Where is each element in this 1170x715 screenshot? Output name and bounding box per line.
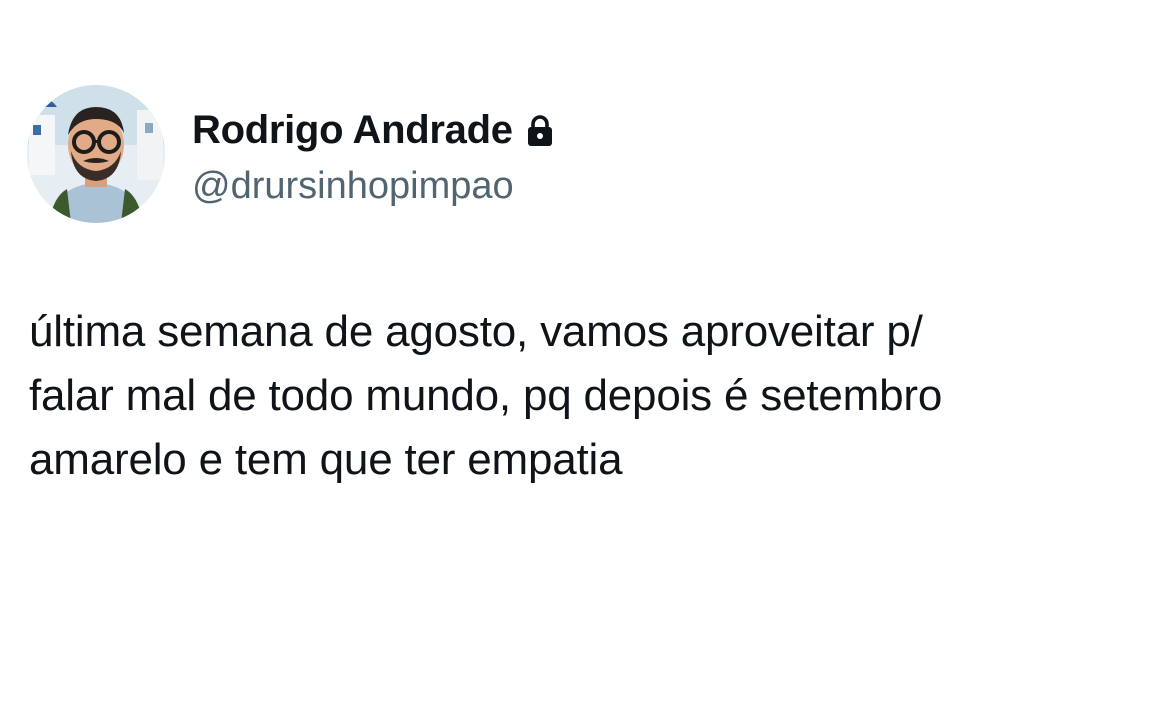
display-name-row: Rodrigo Andrade [192,101,553,161]
avatar-image [27,85,165,223]
handle[interactable]: @drursinhopimpao [192,165,553,208]
tweet-card: Rodrigo Andrade @drursinhopimpao última … [0,0,1170,715]
tweet-text-line: última semana de agosto, vamos aproveita… [29,307,923,356]
tweet-text-line: amarelo e tem que ter empatia [29,435,623,484]
tweet-header: Rodrigo Andrade @drursinhopimpao [27,85,553,223]
lock-icon [527,114,553,147]
tweet-text: última semana de agosto, vamos aproveita… [29,300,1149,492]
author-names: Rodrigo Andrade @drursinhopimpao [192,101,553,208]
avatar[interactable] [27,85,165,223]
tweet-text-line: falar mal de todo mundo, pq depois é set… [29,371,943,420]
display-name[interactable]: Rodrigo Andrade [192,108,513,153]
